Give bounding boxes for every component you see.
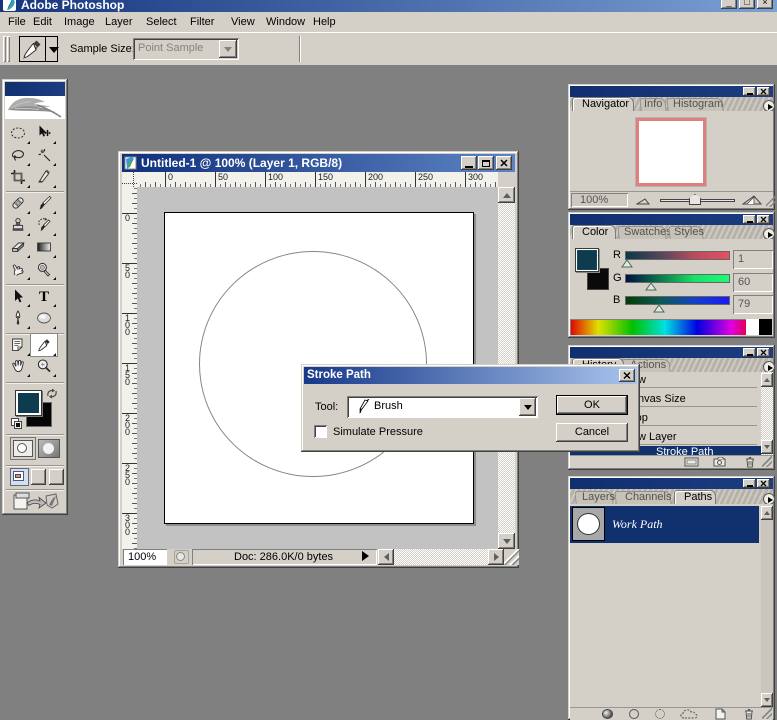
svg-text:T: T — [39, 289, 49, 304]
